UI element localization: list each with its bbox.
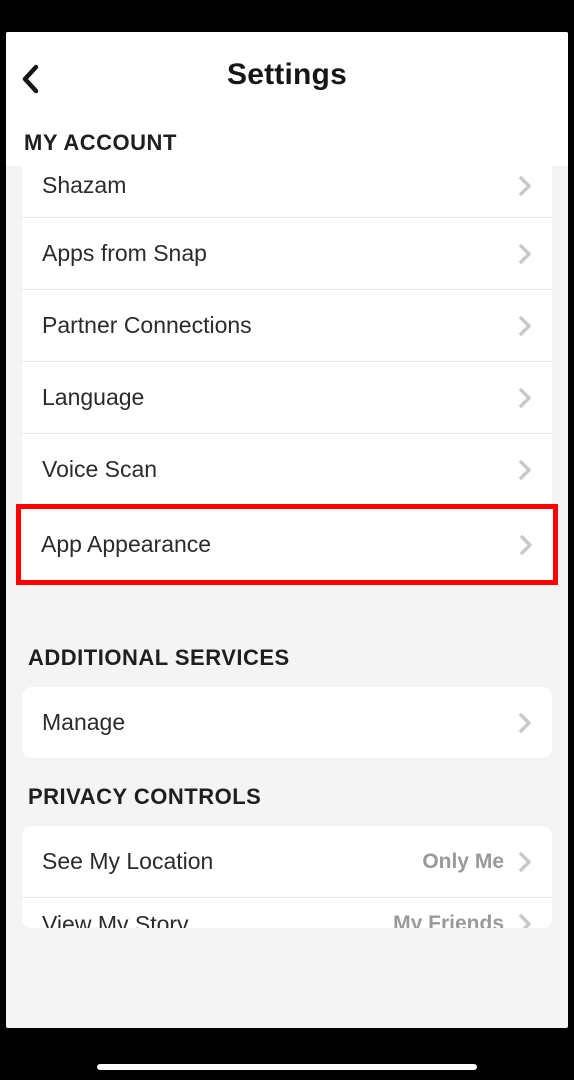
chevron-right-icon bbox=[518, 851, 532, 873]
row-label: Manage bbox=[42, 709, 518, 736]
section-header-additional-services: ADDITIONAL SERVICES bbox=[6, 585, 568, 681]
section-title: MY ACCOUNT bbox=[24, 130, 550, 156]
chevron-right-icon bbox=[518, 712, 532, 734]
chevron-right-icon bbox=[518, 175, 532, 197]
row-label: Voice Scan bbox=[42, 456, 518, 483]
row-manage[interactable]: Manage bbox=[22, 687, 552, 758]
chevron-right-icon bbox=[518, 913, 532, 928]
chevron-right-icon bbox=[519, 534, 533, 556]
row-app-appearance[interactable]: App Appearance bbox=[21, 509, 553, 580]
chevron-right-icon bbox=[518, 315, 532, 337]
row-label: Language bbox=[42, 384, 518, 411]
row-apps-from-snap[interactable]: Apps from Snap bbox=[22, 218, 552, 290]
header-bar: Settings bbox=[6, 32, 568, 110]
row-see-my-location[interactable]: See My Location Only Me bbox=[22, 826, 552, 898]
settings-screen: Settings MY ACCOUNT Shazam Apps from Sna… bbox=[6, 32, 568, 1028]
chevron-right-icon bbox=[518, 459, 532, 481]
row-language[interactable]: Language bbox=[22, 362, 552, 434]
home-indicator[interactable] bbox=[97, 1064, 477, 1070]
row-label: App Appearance bbox=[41, 531, 519, 558]
scroll-area[interactable]: Settings MY ACCOUNT Shazam Apps from Sna… bbox=[6, 32, 568, 1028]
group-my-account: Shazam Apps from Snap Partner Connection… bbox=[22, 166, 552, 505]
section-header-my-account: MY ACCOUNT bbox=[6, 110, 568, 166]
row-shazam[interactable]: Shazam bbox=[22, 166, 552, 218]
highlight-app-appearance: App Appearance bbox=[16, 504, 558, 585]
group-additional-services: Manage bbox=[22, 687, 552, 758]
section-title: PRIVACY CONTROLS bbox=[28, 784, 546, 810]
chevron-right-icon bbox=[518, 387, 532, 409]
row-label: Apps from Snap bbox=[42, 240, 518, 267]
row-label: Partner Connections bbox=[42, 312, 518, 339]
row-label: See My Location bbox=[42, 848, 422, 875]
group-privacy-controls: See My Location Only Me View My Story My… bbox=[22, 826, 552, 928]
page-title: Settings bbox=[22, 58, 552, 92]
row-label: View My Story bbox=[42, 911, 393, 929]
row-partner-connections[interactable]: Partner Connections bbox=[22, 290, 552, 362]
row-value: Only Me bbox=[422, 850, 504, 874]
section-title: ADDITIONAL SERVICES bbox=[28, 645, 546, 671]
back-icon[interactable] bbox=[20, 64, 42, 94]
section-header-privacy-controls: PRIVACY CONTROLS bbox=[6, 758, 568, 820]
row-voice-scan[interactable]: Voice Scan bbox=[22, 434, 552, 505]
content: Settings MY ACCOUNT Shazam Apps from Sna… bbox=[6, 32, 568, 928]
chevron-right-icon bbox=[518, 243, 532, 265]
row-label: Shazam bbox=[42, 172, 518, 199]
row-view-my-story[interactable]: View My Story My Friends bbox=[22, 898, 552, 928]
row-value: My Friends bbox=[393, 912, 504, 928]
